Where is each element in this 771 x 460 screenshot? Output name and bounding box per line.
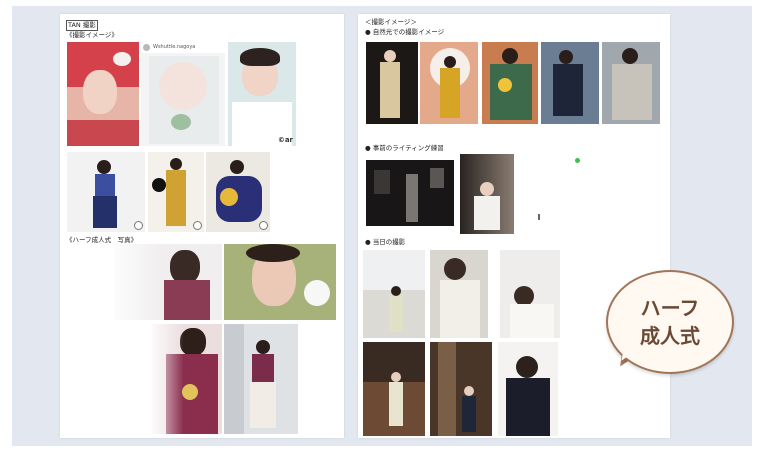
left-section-image-heading: 《撮影イメージ》	[66, 31, 118, 39]
photo-watermark: ©ar	[277, 136, 293, 144]
photo-day-hallway	[430, 342, 492, 436]
right-section-day-heading: ● 当日の撮影	[365, 238, 406, 246]
ig-account-name: Wshuttle.nagoya	[153, 44, 196, 50]
photo-model-floral-hair	[67, 42, 139, 146]
photo-model-white-tshirt: ©ar	[228, 42, 296, 146]
photo-nature-kimono-floral	[482, 42, 538, 124]
text-cursor	[538, 214, 540, 220]
zoom-icon[interactable]	[193, 221, 202, 230]
photo-day-staircase	[363, 342, 425, 436]
photo-nature-kimono-gray	[602, 42, 660, 124]
photo-instagram-post: Wshuttle.nagoya	[141, 42, 225, 146]
badge-line-2: 成人式	[640, 324, 700, 348]
photo-kimono-hakama-standing	[224, 324, 298, 434]
photo-day-window-standing	[363, 250, 425, 338]
photo-nature-kimono-yellow	[420, 42, 478, 124]
photo-kimono-colorful-seated	[206, 152, 270, 232]
photo-lighting-model	[460, 154, 514, 234]
photo-day-seated-white	[500, 250, 560, 338]
right-section-lighting-heading: ● 事前のライティング練習	[365, 144, 444, 152]
photo-kimono-profile-soft	[114, 244, 222, 320]
zoom-icon[interactable]	[134, 221, 143, 230]
photo-kimono-blue-hakama	[67, 152, 145, 232]
photo-lighting-studio	[366, 160, 454, 226]
photo-day-chair-pose	[498, 342, 558, 436]
right-section-image-heading: ＜撮影イメージ＞	[365, 18, 417, 26]
photo-nature-kimono-dark	[366, 42, 418, 124]
left-header-label: TAN 撮影	[66, 20, 98, 31]
badge-line-1: ハーフ	[640, 296, 700, 320]
photo-kimono-hand-on-face	[224, 244, 336, 320]
marker-dot	[575, 158, 580, 163]
zoom-icon[interactable]	[259, 221, 268, 230]
photo-kimono-yellow	[148, 152, 204, 232]
photo-nature-navy-dress	[541, 42, 599, 124]
right-section-nature-heading: ● 自然光での撮影イメージ	[365, 28, 445, 36]
photo-kimono-floral-seated	[152, 324, 222, 434]
photo-day-closeup-white	[430, 250, 488, 338]
